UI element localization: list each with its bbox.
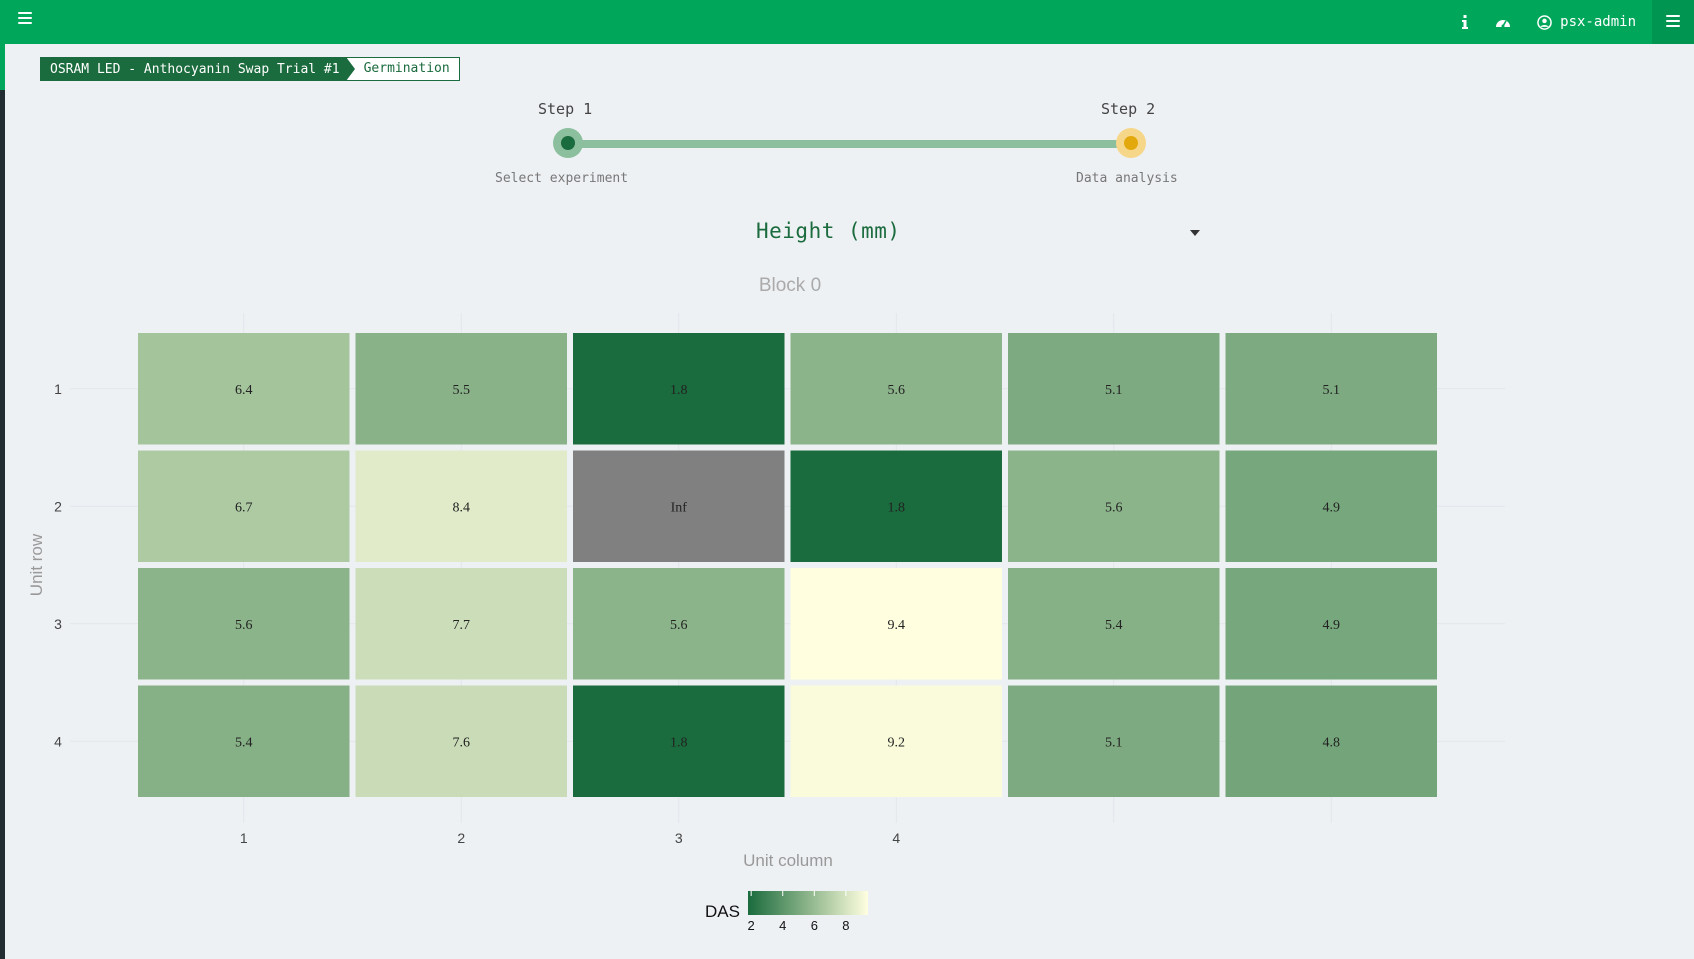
y-axis-title: Unit row (27, 533, 46, 596)
heatmap-cell-label: 5.6 (235, 618, 253, 633)
heatmap-cell-label: 5.1 (1105, 383, 1123, 398)
colorbar-tick-label: 8 (842, 918, 849, 933)
heatmap-cell-label: 1.8 (888, 500, 906, 515)
heatmap-cell-label: 5.6 (888, 383, 906, 398)
y-tick-label: 3 (54, 616, 62, 632)
colorbar-tick-label: 2 (748, 918, 755, 933)
heatmap-cell-label: 6.7 (235, 500, 253, 515)
heatmap-cell-label: 1.8 (670, 383, 688, 398)
heatmap-cell-label: 5.6 (1105, 500, 1123, 515)
x-tick-labels: 1 2 3 4 (240, 830, 901, 846)
heatmap-cell-label: 5.4 (1105, 618, 1123, 633)
heatmap-cell-label: 4.9 (1323, 500, 1341, 515)
heatmap-cell-label: 4.8 (1323, 735, 1341, 750)
heatmap-cells (138, 333, 1437, 797)
x-tick-label: 1 (240, 830, 248, 846)
heatmap-cell-label: 5.6 (670, 618, 688, 633)
x-axis-title: Unit column (743, 851, 833, 870)
colorbar-tick-label: 4 (779, 918, 786, 933)
y-tick-labels: 1 2 3 4 (54, 381, 62, 750)
heatmap-cell-label: 9.4 (888, 618, 906, 633)
heatmap-cell-label: 9.2 (888, 735, 906, 750)
colorbar-title: DAS (705, 902, 740, 921)
colorbar (748, 891, 868, 915)
heatmap-cell-label: 8.4 (453, 500, 471, 515)
y-tick-label: 4 (54, 733, 62, 749)
heatmap-cell-label: 7.7 (453, 618, 471, 633)
x-tick-label: 3 (675, 830, 683, 846)
heatmap-chart: 6.4 5.5 1.8 5.6 5.1 5.1 6.7 8.4 Inf 1.8 5.6 4.9 5.6 7… (27, 313, 1505, 933)
colorbar-tick-label: 6 (811, 918, 818, 933)
heatmap-cell-label: 6.4 (235, 383, 253, 398)
heatmap-cell-label: 5.1 (1105, 735, 1123, 750)
x-tick-label: 4 (892, 830, 900, 846)
heatmap-cell-label: 7.6 (453, 735, 471, 750)
heatmap-cell-label: 5.1 (1323, 383, 1341, 398)
y-tick-label: 1 (54, 381, 62, 397)
heatmap-cell-label: 1.8 (670, 735, 688, 750)
x-tick-label: 2 (457, 830, 465, 846)
heatmap-cell-label: Inf (671, 500, 688, 515)
heatmap-cell-label: 4.9 (1323, 618, 1341, 633)
heatmap-cell-label: 5.4 (235, 735, 253, 750)
y-tick-label: 2 (54, 498, 62, 514)
heatmap-cell-label: 5.5 (453, 383, 471, 398)
